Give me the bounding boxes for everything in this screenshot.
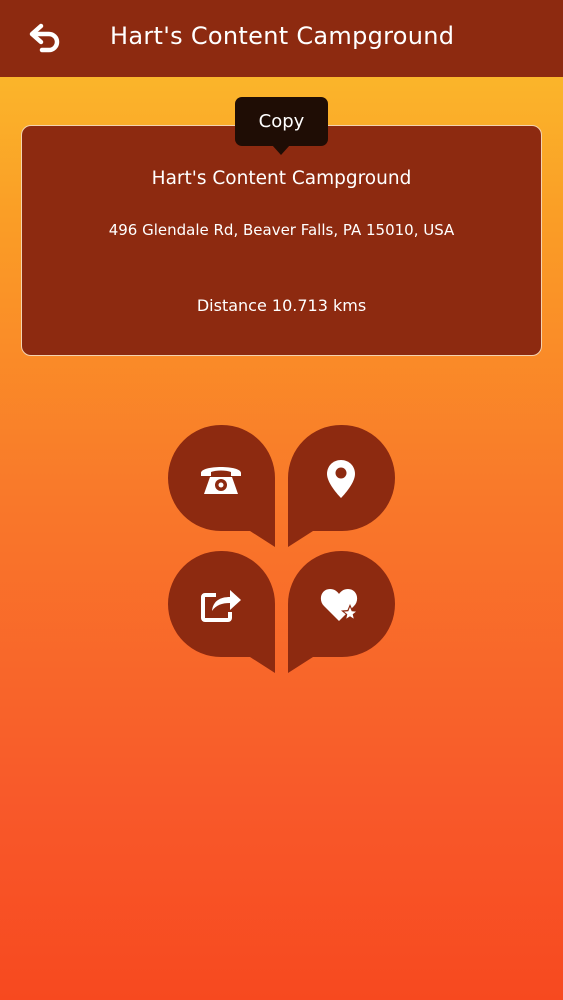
page-title: Hart's Content Campground: [110, 22, 455, 50]
share-button[interactable]: [168, 551, 275, 673]
heart-star-icon: [320, 589, 359, 621]
place-distance: Distance 10.713 kms: [196, 296, 367, 315]
undo-arrow-icon: [29, 23, 60, 53]
telephone-icon: [201, 467, 241, 494]
copy-tooltip[interactable]: Copy: [235, 97, 328, 155]
share-icon: [201, 590, 241, 622]
location-pin-icon: [327, 460, 355, 498]
back-button[interactable]: [22, 18, 72, 58]
call-button[interactable]: [168, 425, 275, 547]
directions-button[interactable]: [288, 425, 395, 547]
favorite-button[interactable]: [288, 551, 395, 673]
place-address[interactable]: 496 Glendale Rd, Beaver Falls, PA 15010,…: [22, 221, 541, 239]
app-bar: Hart's Content Campground: [0, 0, 563, 77]
place-info-card[interactable]: Hart's Content Campground 496 Glendale R…: [21, 125, 542, 356]
place-name: Hart's Content Campground: [151, 168, 412, 189]
